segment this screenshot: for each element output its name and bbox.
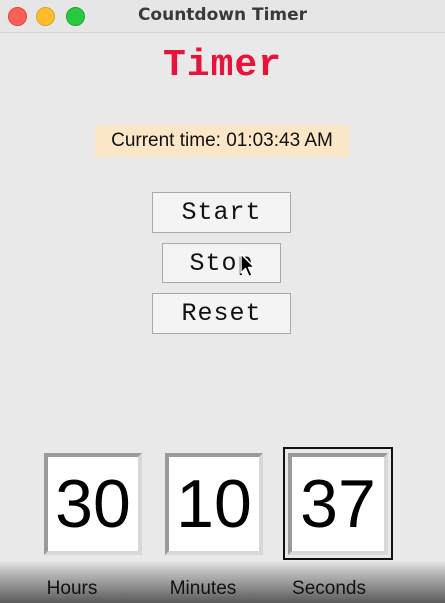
window-title: Countdown Timer [137, 5, 308, 25]
minutes-display[interactable]: 10 [165, 453, 263, 555]
app-heading: Timer [162, 44, 283, 87]
hours-display[interactable]: 30 [44, 453, 142, 555]
seconds-label: Seconds [292, 578, 366, 599]
stop-button[interactable]: Stop [162, 243, 281, 283]
hours-label: Hours [46, 578, 98, 599]
seconds-display[interactable]: 37 [288, 453, 388, 555]
current-time-label: Current time: 01:03:43 AM [95, 125, 349, 157]
minutes-label: Minutes [169, 578, 237, 599]
countdown-timer-window: Countdown Timer Timer Current time: 01:0… [0, 0, 445, 603]
reset-button[interactable]: Reset [152, 293, 291, 334]
title-bar: Countdown Timer [0, 0, 445, 33]
start-button[interactable]: Start [152, 192, 291, 233]
